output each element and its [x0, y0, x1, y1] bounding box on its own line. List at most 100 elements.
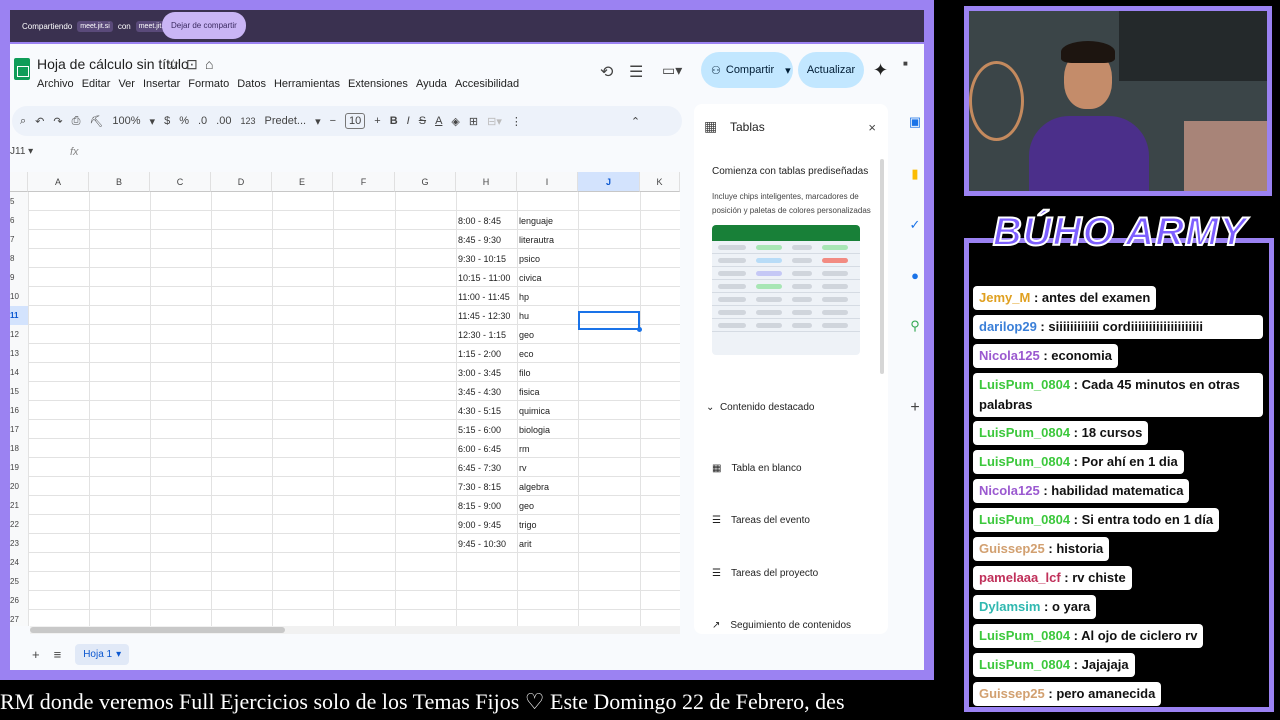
- row-header[interactable]: 10: [10, 287, 28, 306]
- time-cell[interactable]: 8:45 - 9:30: [458, 230, 501, 249]
- subject-cell[interactable]: eco: [519, 344, 534, 363]
- italic-button[interactable]: I: [407, 115, 410, 127]
- column-header-f[interactable]: F: [333, 172, 395, 192]
- column-header-h[interactable]: H: [456, 172, 517, 192]
- time-cell[interactable]: 6:45 - 7:30: [458, 458, 501, 477]
- subject-cell[interactable]: trigo: [519, 515, 537, 534]
- time-cell[interactable]: 9:00 - 9:45: [458, 515, 501, 534]
- row-header[interactable]: 24: [10, 553, 28, 572]
- zoom-select[interactable]: 100%: [112, 115, 140, 127]
- paint-format-icon[interactable]: ⛏: [89, 115, 103, 128]
- font-select[interactable]: Predet...: [264, 115, 306, 127]
- row-header[interactable]: 20: [10, 477, 28, 496]
- font-size-decrease-button[interactable]: −: [330, 115, 336, 127]
- add-sheet-icon[interactable]: +: [32, 647, 40, 662]
- meet-icon[interactable]: ▭▾: [662, 62, 682, 79]
- panel-scrollbar[interactable]: [880, 159, 884, 374]
- close-icon[interactable]: ×: [868, 120, 876, 135]
- font-size-input[interactable]: 10: [345, 113, 366, 129]
- row-header[interactable]: 6: [10, 211, 28, 230]
- spreadsheet-grid[interactable]: A B C D E F G H I J K 5 6 8:00 - 8:45 lenguaje 7 8:45 - …: [10, 172, 680, 626]
- collapse-toolbar-icon[interactable]: ⌃: [631, 115, 640, 128]
- subject-cell[interactable]: fisica: [519, 382, 540, 401]
- time-cell[interactable]: 8:15 - 9:00: [458, 496, 501, 515]
- blank-table-item[interactable]: ▦ Tabla en blanco: [712, 463, 802, 474]
- menu-datos[interactable]: Datos: [237, 78, 266, 90]
- subject-cell[interactable]: literautra: [519, 230, 554, 249]
- row-header[interactable]: 15: [10, 382, 28, 401]
- currency-button[interactable]: $: [164, 115, 170, 127]
- row-header[interactable]: 5: [10, 192, 28, 211]
- content-tracking-item[interactable]: ↗ Seguimiento de contenidos: [712, 620, 851, 631]
- row-header[interactable]: 25: [10, 572, 28, 591]
- row-header[interactable]: 17: [10, 420, 28, 439]
- time-cell[interactable]: 9:45 - 10:30: [458, 534, 506, 553]
- number-format-button[interactable]: 123: [240, 116, 255, 126]
- share-button[interactable]: ⚇ Compartir ▾: [701, 52, 793, 88]
- row-header[interactable]: 8: [10, 249, 28, 268]
- column-header-e[interactable]: E: [272, 172, 333, 192]
- time-cell[interactable]: 4:30 - 5:15: [458, 401, 501, 420]
- subject-cell[interactable]: rv: [519, 458, 527, 477]
- subject-cell[interactable]: algebra: [519, 477, 549, 496]
- row-header[interactable]: 19: [10, 458, 28, 477]
- subject-cell[interactable]: psico: [519, 249, 540, 268]
- undo-icon[interactable]: ↶: [35, 115, 44, 128]
- column-header-g[interactable]: G: [395, 172, 456, 192]
- table-template-preview[interactable]: [712, 225, 860, 355]
- strikethrough-button[interactable]: S: [419, 115, 426, 127]
- row-header[interactable]: 18: [10, 439, 28, 458]
- time-cell[interactable]: 3:45 - 4:30: [458, 382, 501, 401]
- subject-cell[interactable]: arit: [519, 534, 532, 553]
- subject-cell[interactable]: rm: [519, 439, 530, 458]
- gemini-icon[interactable]: ✦: [873, 60, 888, 81]
- bold-button[interactable]: B: [390, 115, 398, 127]
- subject-cell[interactable]: biologia: [519, 420, 550, 439]
- time-cell[interactable]: 12:30 - 1:15: [458, 325, 506, 344]
- subject-cell[interactable]: filo: [519, 363, 531, 382]
- update-button[interactable]: Actualizar: [798, 52, 864, 88]
- borders-icon[interactable]: ⊞: [469, 115, 478, 128]
- chevron-down-icon[interactable]: ▾: [150, 115, 156, 128]
- star-icon[interactable]: ☆: [167, 56, 180, 73]
- chevron-down-icon[interactable]: ▾: [785, 64, 791, 77]
- row-header[interactable]: 12: [10, 325, 28, 344]
- menu-formato[interactable]: Formato: [188, 78, 229, 90]
- featured-section[interactable]: ⌄ Contenido destacado: [706, 402, 814, 413]
- row-header[interactable]: 9: [10, 268, 28, 287]
- time-cell[interactable]: 6:00 - 6:45: [458, 439, 501, 458]
- sheet-tab[interactable]: Hoja 1 ▾: [75, 643, 130, 665]
- menu-accesibilidad[interactable]: Accesibilidad: [455, 78, 519, 90]
- text-color-button[interactable]: A: [435, 115, 442, 127]
- move-folder-icon[interactable]: ⊡: [186, 56, 198, 73]
- subject-cell[interactable]: geo: [519, 496, 534, 515]
- column-header-d[interactable]: D: [211, 172, 272, 192]
- row-header[interactable]: 7: [10, 230, 28, 249]
- time-cell[interactable]: 11:00 - 11:45: [458, 287, 510, 306]
- increase-decimal-button[interactable]: .00: [216, 115, 231, 127]
- chevron-down-icon[interactable]: ▾: [315, 115, 321, 128]
- menu-archivo[interactable]: Archivo: [37, 78, 74, 90]
- search-menus-icon[interactable]: ⌕: [20, 115, 26, 128]
- menu-ayuda[interactable]: Ayuda: [416, 78, 447, 90]
- name-box[interactable]: J11 ▾: [10, 146, 33, 157]
- add-addon-icon[interactable]: +: [908, 399, 922, 417]
- time-cell[interactable]: 11:45 - 12:30: [458, 306, 510, 325]
- keep-icon[interactable]: ▮: [908, 166, 922, 182]
- chevron-down-icon[interactable]: ▾: [116, 649, 121, 660]
- time-cell[interactable]: 10:15 - 11:00: [458, 268, 510, 287]
- menu-herramientas[interactable]: Herramientas: [274, 78, 340, 90]
- all-sheets-icon[interactable]: ≡: [54, 647, 62, 662]
- time-cell[interactable]: 8:00 - 8:45: [458, 211, 501, 230]
- project-tasks-item[interactable]: ☰ Tareas del proyecto: [712, 568, 818, 579]
- row-header[interactable]: 13: [10, 344, 28, 363]
- row-header[interactable]: 14: [10, 363, 28, 382]
- column-header-b[interactable]: B: [89, 172, 150, 192]
- profile-avatar[interactable]: ■: [903, 60, 908, 68]
- row-header[interactable]: 22: [10, 515, 28, 534]
- menu-insertar[interactable]: Insertar: [143, 78, 180, 90]
- menu-editar[interactable]: Editar: [82, 78, 111, 90]
- column-header-a[interactable]: A: [28, 172, 89, 192]
- subject-cell[interactable]: hp: [519, 287, 529, 306]
- row-header[interactable]: 26: [10, 591, 28, 610]
